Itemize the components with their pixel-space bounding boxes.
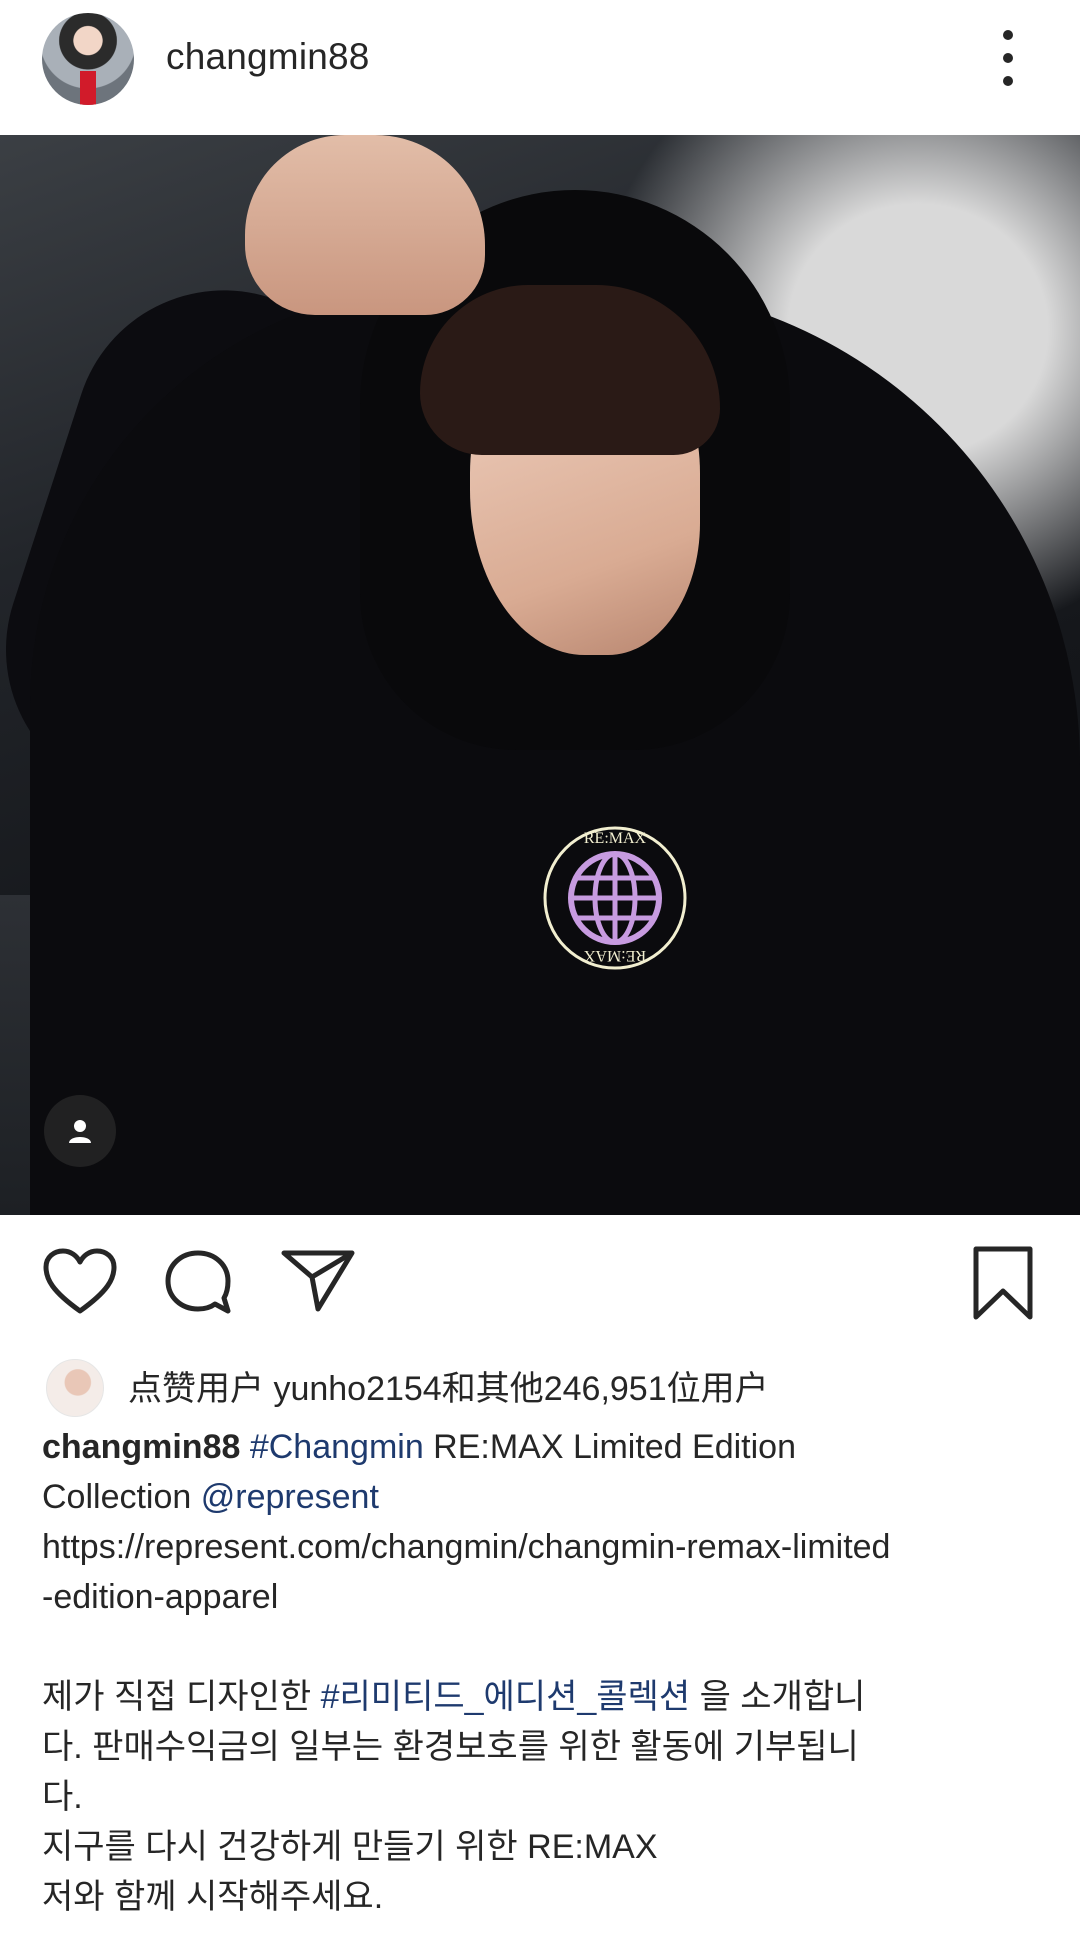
caption-text: 지구를 다시 건강하게 만들기 위한 RE:MAX	[42, 1828, 658, 1866]
remax-globe-logo: RE:MAX RE:MAX	[543, 826, 687, 970]
more-options-icon[interactable]	[996, 30, 1020, 86]
hand	[245, 135, 485, 315]
mention-link[interactable]: @represent	[201, 1478, 379, 1516]
caption-url: https://represent.com/changmin/changmin-…	[42, 1528, 891, 1566]
svg-text:RE:MAX: RE:MAX	[583, 947, 646, 964]
liker-avatar[interactable]	[46, 1359, 104, 1417]
post-caption: changmin88 #Changmin RE:MAX Limited Edit…	[42, 1422, 1042, 1922]
caption-text: 저와 함께 시작해주세요.	[42, 1878, 384, 1916]
caption-text: 제가 직접 디자인한	[42, 1678, 321, 1716]
action-bar	[0, 1215, 1080, 1355]
svg-text:RE:MAX: RE:MAX	[584, 830, 647, 847]
tagged-people-button[interactable]	[44, 1095, 116, 1167]
send-icon[interactable]	[280, 1247, 356, 1313]
heart-icon[interactable]	[42, 1247, 118, 1315]
caption-text: Collection	[42, 1478, 201, 1516]
caption-url-cont: -edition-apparel	[42, 1578, 279, 1616]
caption-text: 다.	[42, 1778, 83, 1816]
caption-text: RE:MAX Limited Edition	[423, 1428, 796, 1466]
post-image[interactable]: RE:MAX RE:MAX	[0, 135, 1080, 1215]
comment-icon[interactable]	[162, 1247, 234, 1317]
hashtag-link[interactable]: #Changmin	[250, 1428, 424, 1466]
caption-text: 을 소개합니	[690, 1678, 866, 1716]
likes-row[interactable]: 点赞用户 yunho2154和其他246,951位用户	[0, 1355, 1080, 1417]
caption-username[interactable]: changmin88	[42, 1428, 240, 1466]
hashtag-link[interactable]: #리미티드_에디션_콜렉션	[321, 1678, 691, 1716]
person-icon	[69, 1120, 91, 1143]
post-header: changmin88	[0, 0, 1080, 135]
caption-text: 다. 판매수익금의 일부는 환경보호를 위한 활동에 기부됩니	[42, 1728, 859, 1766]
user-avatar[interactable]	[42, 13, 134, 105]
bookmark-icon[interactable]	[970, 1245, 1036, 1321]
header-username[interactable]: changmin88	[166, 36, 370, 78]
likes-text[interactable]: 点赞用户 yunho2154和其他246,951位用户	[128, 1361, 769, 1410]
